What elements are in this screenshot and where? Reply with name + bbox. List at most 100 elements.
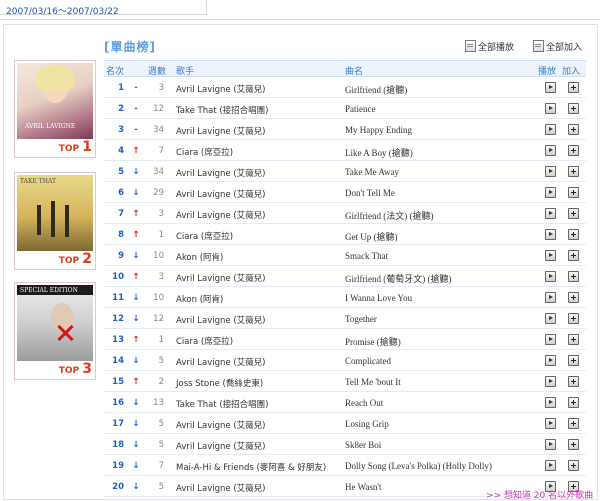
artist-name: Avril Lavigne (艾薇兒): [176, 169, 266, 179]
artist-name: Ciara (席亞拉): [176, 337, 234, 347]
play-button[interactable]: [545, 292, 556, 303]
trend-down-icon: ↓: [132, 398, 140, 408]
table-row: 1- 3 Avril Lavigne (艾薇兒) Girlfriend (搶聽): [104, 77, 586, 98]
add-button[interactable]: [568, 145, 579, 156]
col-song: 曲名: [345, 67, 364, 77]
song-title: Patience: [345, 104, 376, 114]
add-button[interactable]: [568, 103, 579, 114]
top2-album[interactable]: TAKE THAT TOP 2: [14, 172, 96, 270]
song-title: He Wasn't: [345, 482, 382, 492]
add-button[interactable]: [568, 376, 579, 387]
rank-number: 9: [118, 251, 124, 261]
add-button[interactable]: [568, 292, 579, 303]
trend-down-icon: ↓: [132, 461, 140, 471]
trend-down-icon: ↓: [132, 293, 140, 303]
cover-title: SPECIAL EDITION: [20, 287, 78, 294]
artist-name: Avril Lavigne (艾薇兒): [176, 484, 266, 494]
trend-down-icon: ↓: [132, 251, 140, 261]
col-weeks: 週數: [148, 67, 167, 77]
artist-hair-shape: [35, 65, 75, 91]
add-button[interactable]: [568, 208, 579, 219]
play-button[interactable]: [545, 229, 556, 240]
col-add: 加入: [562, 67, 581, 77]
rank-number: 11: [112, 293, 124, 303]
play-button[interactable]: [545, 82, 556, 93]
add-button[interactable]: [568, 334, 579, 345]
table-row: 16 ↓ 13 Take That (接招合唱團) Reach Out: [104, 392, 586, 413]
weeks-on-chart: 13: [153, 398, 164, 408]
song-title: Dolly Song (Leva's Polka) (Holly Dolly): [345, 461, 492, 471]
rank-number: 16: [112, 398, 124, 408]
table-row: 6 ↓ 29 Avril Lavigne (艾薇兒) Don't Tell Me: [104, 182, 586, 203]
play-button[interactable]: [545, 208, 556, 219]
play-button[interactable]: [545, 355, 556, 366]
chart-actions: 全部播放 全部加入: [465, 40, 595, 54]
artist-name: Avril Lavigne (艾薇兒): [176, 274, 266, 284]
table-header: 名次 週數 歌手 曲名 播放 加入: [104, 60, 586, 77]
play-button[interactable]: [545, 145, 556, 156]
top1-album[interactable]: AVRIL LAVIGNE TOP 1: [14, 60, 96, 158]
add-button[interactable]: [568, 229, 579, 240]
weeks-on-chart: 5: [158, 419, 164, 429]
add-all-button[interactable]: 全部加入: [533, 40, 582, 53]
top-label-number: 1: [82, 139, 92, 155]
play-button[interactable]: [545, 460, 556, 471]
artist-name: Ciara (席亞拉): [176, 232, 234, 242]
play-button[interactable]: [545, 439, 556, 450]
song-title: Girlfriend (法文) (搶聽): [345, 211, 434, 221]
add-button[interactable]: [568, 166, 579, 177]
date-tab[interactable]: 2007/03/16～2007/03/22: [0, 0, 207, 17]
play-button[interactable]: [545, 166, 556, 177]
top3-album[interactable]: SPECIAL EDITION TOP 3: [14, 282, 96, 380]
top-label-prefix: TOP: [58, 256, 80, 266]
play-button[interactable]: [545, 376, 556, 387]
add-button[interactable]: [568, 439, 579, 450]
weeks-on-chart: 10: [153, 293, 164, 303]
song-title: Girlfriend (葡萄牙文) (搶聽): [345, 274, 452, 284]
add-button[interactable]: [568, 250, 579, 261]
song-title: Don't Tell Me: [345, 188, 395, 198]
add-all-label: 全部加入: [546, 43, 583, 53]
add-button[interactable]: [568, 187, 579, 198]
weeks-on-chart: 10: [153, 251, 164, 261]
play-button[interactable]: [545, 271, 556, 282]
rank-number: 5: [118, 167, 124, 177]
song-title: Promise (搶聽): [345, 337, 401, 347]
album-cover-image[interactable]: AVRIL LAVIGNE: [17, 63, 93, 139]
play-button[interactable]: [545, 418, 556, 429]
album-cover-image[interactable]: SPECIAL EDITION: [17, 285, 93, 361]
artist-name: Akon (阿肯): [176, 295, 224, 305]
rank-number: 7: [118, 209, 124, 219]
play-button[interactable]: [545, 250, 556, 261]
weeks-on-chart: 7: [158, 461, 164, 471]
top-label-number: 3: [82, 361, 92, 377]
album-cover-image[interactable]: TAKE THAT: [17, 175, 93, 251]
song-title: Sk8er Boi: [345, 440, 382, 450]
more-songs-link[interactable]: >> 想知道 20 名以外歌曲: [486, 488, 593, 501]
add-button[interactable]: [568, 355, 579, 366]
trend-same-icon: -: [134, 83, 138, 93]
play-button[interactable]: [545, 334, 556, 345]
artist-name: Ciara (席亞拉): [176, 148, 234, 158]
add-button[interactable]: [568, 313, 579, 324]
add-button[interactable]: [568, 397, 579, 408]
add-button[interactable]: [568, 271, 579, 282]
rank-number: 20: [112, 482, 124, 492]
col-artist: 歌手: [176, 67, 195, 77]
artist-name: Avril Lavigne (艾薇兒): [176, 127, 266, 137]
add-button[interactable]: [568, 418, 579, 429]
trend-down-icon: ↓: [132, 482, 140, 492]
play-button[interactable]: [545, 103, 556, 114]
add-button[interactable]: [568, 82, 579, 93]
add-button[interactable]: [568, 124, 579, 135]
weeks-on-chart: 12: [153, 104, 164, 114]
add-button[interactable]: [568, 460, 579, 471]
table-row: 11 ↓ 10 Akon (阿肯) I Wanna Love You: [104, 287, 586, 308]
top-label-number: 2: [82, 251, 92, 267]
play-all-button[interactable]: 全部播放: [465, 40, 514, 53]
playlist-add-icon: [533, 40, 544, 52]
play-button[interactable]: [545, 124, 556, 135]
play-button[interactable]: [545, 397, 556, 408]
play-button[interactable]: [545, 187, 556, 198]
play-button[interactable]: [545, 313, 556, 324]
